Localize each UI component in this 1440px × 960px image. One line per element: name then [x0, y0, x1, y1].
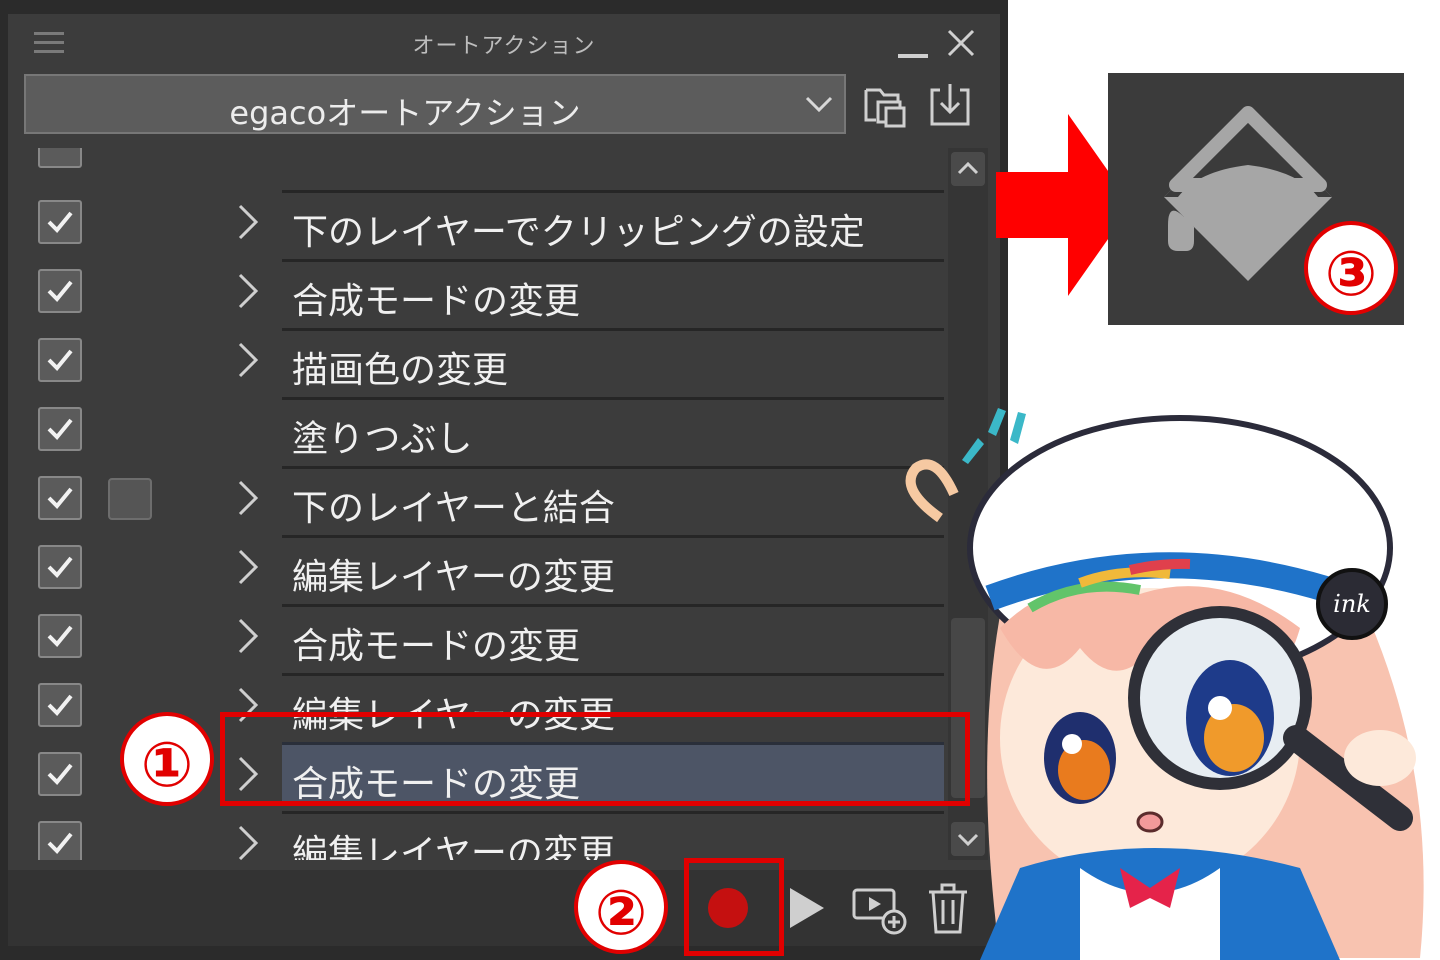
- sparkle-mark: [1010, 412, 1026, 444]
- enable-checkbox[interactable]: [38, 200, 82, 244]
- action-label: 合成モードの変更: [292, 281, 581, 322]
- check-icon: [47, 349, 73, 371]
- chevron-right-icon[interactable]: [232, 823, 262, 860]
- list-item[interactable]: 編集レイヤーの変更: [8, 529, 948, 598]
- sparkle-mark: [962, 438, 984, 464]
- enable-checkbox[interactable]: [38, 683, 82, 727]
- check-icon: [47, 418, 73, 440]
- panel-title: オートアクション: [412, 34, 596, 59]
- list-item[interactable]: 合成モードの変更: [8, 253, 948, 322]
- chevron-right-icon[interactable]: [232, 271, 262, 311]
- chevron-right-icon[interactable]: [232, 202, 262, 242]
- action-label: 下のレイヤーと結合: [292, 488, 615, 529]
- check-icon: [47, 556, 73, 578]
- dialog-toggle[interactable]: [108, 478, 152, 520]
- chevron-right-icon[interactable]: [232, 340, 262, 380]
- check-icon: [47, 694, 73, 716]
- mascot-illustration: ink: [905, 408, 1424, 960]
- enable-checkbox[interactable]: [38, 545, 82, 589]
- set-bar: egacoオートアクション: [8, 70, 1000, 148]
- badge-text: ink: [1333, 590, 1371, 618]
- enable-checkbox[interactable]: [38, 752, 82, 796]
- list-item[interactable]: 合成モードの変更: [8, 598, 948, 667]
- action-item-bar[interactable]: 下のレイヤーと結合: [282, 466, 944, 529]
- action-item-bar[interactable]: [282, 148, 944, 176]
- close-icon[interactable]: [946, 28, 976, 58]
- sparkle-mark: [988, 408, 1006, 436]
- step-1-marker: ①: [120, 712, 214, 806]
- highlight-record-button: [684, 858, 784, 956]
- list-item[interactable]: 塗りつぶし: [8, 391, 948, 460]
- action-set-dropdown[interactable]: egacoオートアクション: [24, 74, 846, 134]
- enable-checkbox[interactable]: [38, 269, 82, 313]
- highlight-selected-action: [220, 712, 970, 806]
- chevron-right-icon[interactable]: [232, 478, 262, 518]
- step-1-label: ①: [140, 728, 194, 801]
- command-bar: [8, 870, 1000, 946]
- check-icon: [47, 280, 73, 302]
- action-label: 編集レイヤーの変更: [292, 557, 615, 598]
- step-3-marker: ③: [1304, 221, 1398, 315]
- action-label: 描画色の変更: [292, 350, 509, 391]
- enable-checkbox[interactable]: [38, 407, 82, 451]
- check-icon: [47, 625, 73, 647]
- minimize-icon[interactable]: [898, 54, 928, 58]
- list-item[interactable]: 編集レイヤーの変更: [8, 805, 948, 860]
- action-label: 下のレイヤーでクリッピングの設定: [292, 212, 865, 253]
- import-icon[interactable]: [924, 80, 976, 132]
- list-item[interactable]: 下のレイヤーと結合: [8, 460, 948, 529]
- action-item-bar[interactable]: 下のレイヤーでクリッピングの設定: [282, 190, 944, 253]
- enable-checkbox[interactable]: [38, 821, 82, 860]
- enable-checkbox[interactable]: [38, 476, 82, 520]
- action-item-bar[interactable]: 合成モードの変更: [282, 604, 944, 667]
- action-label: 塗りつぶし: [292, 419, 473, 460]
- check-icon: [47, 487, 73, 509]
- check-icon: [47, 211, 73, 233]
- enable-checkbox[interactable]: [38, 148, 82, 168]
- step-2-marker: ②: [574, 860, 668, 954]
- list-item[interactable]: [8, 148, 948, 177]
- step-3-label: ③: [1324, 237, 1378, 310]
- chevron-right-icon[interactable]: [232, 616, 262, 656]
- chevron-down-icon: [805, 96, 833, 113]
- action-set-name: egacoオートアクション: [229, 94, 581, 132]
- action-label: 編集レイヤーの変更: [292, 833, 615, 860]
- auto-action-panel: オートアクション egacoオートアクション 下のレイヤーでクリッピングの設定 …: [0, 0, 1008, 960]
- chevron-right-icon[interactable]: [232, 547, 262, 587]
- new-set-folder-icon[interactable]: [860, 80, 912, 132]
- scroll-up-icon[interactable]: [951, 152, 985, 186]
- list-item[interactable]: 描画色の変更: [8, 322, 948, 391]
- enable-checkbox[interactable]: [38, 338, 82, 382]
- check-icon: [47, 763, 73, 785]
- action-item-bar[interactable]: 描画色の変更: [282, 328, 944, 391]
- list-item[interactable]: 下のレイヤーでクリッピングの設定: [8, 184, 948, 253]
- step-2-label: ②: [594, 876, 648, 949]
- action-item-bar[interactable]: 編集レイヤーの変更: [282, 811, 944, 860]
- check-icon: [47, 832, 73, 854]
- zoomed-icon-panel: ③: [1108, 73, 1404, 325]
- panel-body: オートアクション egacoオートアクション 下のレイヤーでクリッピングの設定 …: [8, 14, 1000, 946]
- action-item-bar[interactable]: 塗りつぶし: [282, 397, 944, 460]
- action-item-bar[interactable]: 合成モードの変更: [282, 259, 944, 322]
- action-item-bar[interactable]: 編集レイヤーの変更: [282, 535, 944, 598]
- action-label: 合成モードの変更: [292, 626, 581, 667]
- enable-checkbox[interactable]: [38, 614, 82, 658]
- play-icon[interactable]: [786, 886, 826, 930]
- panel-titlebar: オートアクション: [8, 14, 1000, 70]
